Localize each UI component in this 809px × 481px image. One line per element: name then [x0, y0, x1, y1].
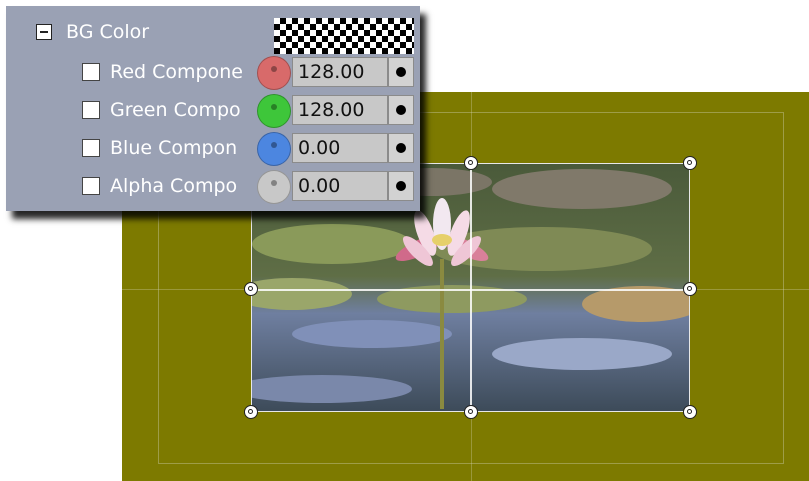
green-keyframe-dot-icon[interactable]: [388, 95, 414, 125]
green-swatch-icon[interactable]: [257, 94, 291, 128]
blue-component-checkbox[interactable]: [82, 139, 100, 157]
alpha-keyframe-dot-icon[interactable]: [388, 171, 414, 201]
alpha-component-value[interactable]: 0.00: [292, 171, 388, 201]
blue-keyframe-dot-icon[interactable]: [388, 133, 414, 163]
green-component-value[interactable]: 128.00: [292, 95, 388, 125]
bg-color-label: BG Color: [66, 21, 150, 43]
transform-handle-right[interactable]: [683, 282, 697, 296]
property-row-alpha: Alpha Compo 0.00: [6, 168, 420, 204]
transform-handle-bottom-right[interactable]: [683, 405, 697, 419]
blue-component-value[interactable]: 0.00: [292, 133, 388, 163]
green-component-checkbox[interactable]: [82, 101, 100, 119]
red-keyframe-dot-icon[interactable]: [388, 57, 414, 87]
green-component-label: Green Compo: [110, 99, 241, 121]
red-component-label: Red Compone: [110, 61, 243, 83]
transform-handle-bottom[interactable]: [464, 405, 478, 419]
blue-component-label: Blue Compon: [110, 137, 238, 159]
red-component-checkbox[interactable]: [82, 63, 100, 81]
transform-handle-top-right[interactable]: [683, 156, 697, 170]
red-swatch-icon[interactable]: [257, 56, 291, 90]
bg-color-group-header[interactable]: BG Color: [6, 12, 420, 54]
alpha-component-label: Alpha Compo: [110, 175, 238, 197]
property-row-red: Red Compone 128.00: [6, 54, 420, 90]
property-row-green: Green Compo 128.00: [6, 92, 420, 128]
alpha-swatch-icon[interactable]: [257, 170, 291, 204]
transform-handle-left[interactable]: [244, 282, 258, 296]
bounding-box-center-line-vertical: [470, 163, 472, 412]
blue-swatch-icon[interactable]: [257, 132, 291, 166]
red-component-value[interactable]: 128.00: [292, 57, 388, 87]
property-row-blue: Blue Compon 0.00: [6, 130, 420, 166]
bg-color-property-panel: BG Color Red Compone 128.00 Green Compo …: [6, 6, 420, 211]
transform-handle-top[interactable]: [464, 156, 478, 170]
collapse-icon[interactable]: [36, 24, 52, 40]
alpha-component-checkbox[interactable]: [82, 177, 100, 195]
color-preview-checkerboard[interactable]: [274, 18, 414, 54]
transform-handle-bottom-left[interactable]: [244, 405, 258, 419]
